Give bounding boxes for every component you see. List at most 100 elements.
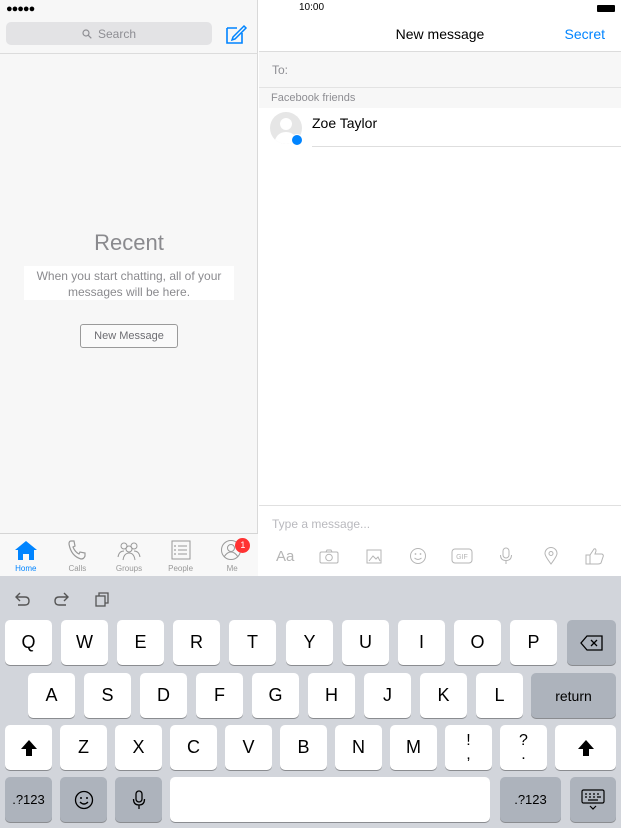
- key-y[interactable]: Y: [286, 620, 333, 665]
- key-o[interactable]: O: [454, 620, 501, 665]
- tab-label: Calls: [68, 564, 87, 573]
- backspace-icon: [579, 634, 603, 651]
- compose-icon[interactable]: [224, 22, 248, 46]
- key-bottom-char: ,: [466, 745, 471, 763]
- recent-description: When you start chatting, all of your mes…: [24, 266, 234, 300]
- tab-calls[interactable]: Calls: [52, 534, 104, 576]
- key-question-period[interactable]: ? .: [500, 725, 547, 770]
- to-label: To:: [272, 63, 289, 77]
- mic-icon[interactable]: [491, 544, 521, 568]
- key-a[interactable]: A: [28, 673, 75, 718]
- key-l[interactable]: L: [476, 673, 523, 718]
- gif-icon[interactable]: GIF: [447, 544, 477, 568]
- undo-icon[interactable]: [4, 586, 40, 612]
- key-r[interactable]: R: [173, 620, 220, 665]
- emoji-key[interactable]: [60, 777, 107, 822]
- key-t[interactable]: T: [229, 620, 276, 665]
- shift-icon: [577, 739, 594, 756]
- conversation-list-pane: ●●●●● Search Recent When you start chatt…: [0, 0, 258, 576]
- groups-icon: [117, 542, 141, 561]
- key-h[interactable]: H: [308, 673, 355, 718]
- photo-icon[interactable]: [359, 544, 389, 568]
- section-header: Facebook friends: [259, 88, 621, 108]
- keyboard-toolbar: [0, 586, 120, 612]
- key-u[interactable]: U: [342, 620, 389, 665]
- messenger-badge-icon: [291, 134, 303, 146]
- divider: [312, 146, 621, 147]
- tab-groups[interactable]: Groups: [103, 534, 155, 576]
- key-d[interactable]: D: [140, 673, 187, 718]
- location-icon[interactable]: [536, 544, 566, 568]
- message-input[interactable]: Type a message...: [272, 517, 370, 531]
- tab-home[interactable]: Home: [0, 534, 52, 576]
- numbers-key-left[interactable]: .?123: [5, 777, 52, 822]
- key-z[interactable]: Z: [60, 725, 107, 770]
- key-exclaim-comma[interactable]: ! ,: [445, 725, 492, 770]
- tab-me[interactable]: Me 1: [206, 534, 258, 576]
- key-v[interactable]: V: [225, 725, 272, 770]
- dismiss-keyboard-key[interactable]: [570, 777, 616, 822]
- mic-icon: [132, 789, 145, 809]
- key-w[interactable]: W: [61, 620, 108, 665]
- keyboard: Q W E R T Y U I O P A S D F G H J K L re…: [0, 576, 621, 828]
- friend-name: Zoe Taylor: [312, 115, 378, 131]
- like-icon[interactable]: [580, 544, 610, 568]
- recent-title: Recent: [94, 230, 164, 255]
- dictation-key[interactable]: [115, 777, 162, 822]
- tab-people[interactable]: People: [155, 534, 207, 576]
- numbers-key-right[interactable]: .?123: [500, 777, 561, 822]
- tab-label: People: [168, 564, 194, 573]
- people-list-icon: [171, 540, 191, 560]
- emoji-icon: [74, 790, 93, 809]
- space-key[interactable]: [170, 777, 490, 822]
- phone-icon: [68, 540, 86, 560]
- search-icon: [82, 28, 92, 39]
- key-p[interactable]: P: [510, 620, 557, 665]
- tab-label: Me: [226, 564, 238, 573]
- search-placeholder: Search: [97, 26, 137, 41]
- composer-tools: Aa GIF: [259, 543, 621, 569]
- home-icon: [14, 541, 37, 560]
- messenger-screen: ●●●●● Search Recent When you start chatt…: [0, 0, 621, 828]
- battery-icon: [597, 5, 615, 12]
- status-time: 10:00: [299, 2, 325, 13]
- tab-bar: Home Calls Groups People Me 1: [0, 533, 258, 576]
- key-j[interactable]: J: [364, 673, 411, 718]
- key-k[interactable]: K: [420, 673, 467, 718]
- key-e[interactable]: E: [117, 620, 164, 665]
- recipient-field[interactable]: To:: [259, 52, 621, 88]
- key-i[interactable]: I: [398, 620, 445, 665]
- camera-icon[interactable]: [314, 544, 344, 568]
- key-q[interactable]: Q: [5, 620, 52, 665]
- emoji-icon[interactable]: [403, 544, 433, 568]
- divider: [0, 53, 258, 54]
- new-message-pane: 10:00 New message Secret To: Facebook fr…: [259, 0, 621, 576]
- key-n[interactable]: N: [335, 725, 382, 770]
- search-bar[interactable]: Search: [6, 22, 212, 45]
- key-x[interactable]: X: [115, 725, 162, 770]
- backspace-key[interactable]: [567, 620, 616, 665]
- notification-badge: 1: [235, 538, 251, 553]
- new-message-button[interactable]: New Message: [80, 324, 178, 348]
- key-c[interactable]: C: [170, 725, 217, 770]
- key-s[interactable]: S: [84, 673, 131, 718]
- text-format-button[interactable]: Aa: [270, 544, 300, 568]
- key-bottom-char: .: [521, 745, 526, 763]
- keyboard-dismiss-icon: [581, 788, 605, 810]
- redo-icon[interactable]: [44, 586, 80, 612]
- tab-label: Groups: [115, 564, 143, 573]
- paste-icon[interactable]: [84, 586, 120, 612]
- shift-key-right[interactable]: [555, 725, 616, 770]
- key-b[interactable]: B: [280, 725, 327, 770]
- key-f[interactable]: F: [196, 673, 243, 718]
- return-key[interactable]: return: [531, 673, 616, 718]
- tab-label: Home: [15, 564, 37, 573]
- key-g[interactable]: G: [252, 673, 299, 718]
- secret-button[interactable]: Secret: [565, 26, 605, 42]
- key-m[interactable]: M: [390, 725, 437, 770]
- composer: Type a message... Aa GIF: [259, 505, 621, 576]
- svg-text:GIF: GIF: [456, 554, 468, 561]
- list-item[interactable]: Zoe Taylor: [259, 108, 621, 148]
- shift-key-left[interactable]: [5, 725, 52, 770]
- signal-indicator: ●●●●●: [6, 3, 35, 15]
